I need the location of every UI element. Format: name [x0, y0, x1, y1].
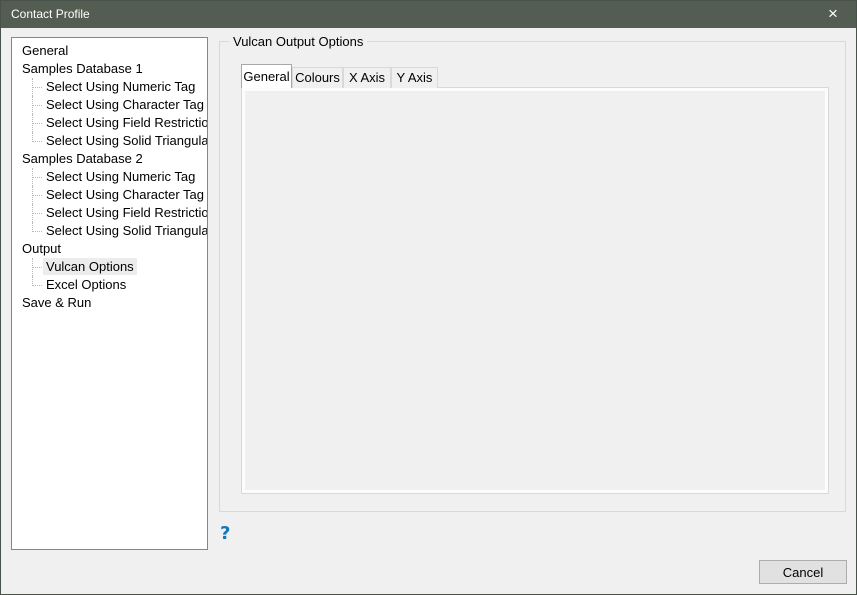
- dialog-window: Contact Profile × GeneralSamples Databas…: [0, 0, 857, 595]
- tree-item-label: Select Using Field Restriction: [43, 114, 208, 131]
- tree-item-label: Excel Options: [43, 276, 129, 293]
- tree-item[interactable]: Samples Database 1: [12, 60, 207, 78]
- tree-item-label: Samples Database 1: [19, 60, 146, 77]
- tree-item[interactable]: Select Using Character Tag: [32, 186, 207, 204]
- tree-item-label: Output: [19, 240, 64, 257]
- tree-item-label: Select Using Solid Triangulation: [43, 222, 208, 239]
- tree-item-label: Select Using Field Restriction: [43, 204, 208, 221]
- tree-item[interactable]: Select Using Field Restriction: [32, 114, 207, 132]
- tree-item-label: Select Using Numeric Tag: [43, 78, 198, 95]
- tree-item-label: Vulcan Options: [43, 258, 137, 275]
- tab-y-axis[interactable]: Y Axis: [391, 67, 438, 88]
- tree-item-label: Samples Database 2: [19, 150, 146, 167]
- tree-item[interactable]: Select Using Solid Triangulation: [32, 132, 207, 150]
- tree-item[interactable]: Select Using Character Tag: [32, 96, 207, 114]
- tree-item[interactable]: Vulcan Options: [32, 258, 207, 276]
- tab-x-axis[interactable]: X Axis: [343, 67, 391, 88]
- tree-item-label: Save & Run: [19, 294, 94, 311]
- window-title: Contact Profile: [11, 7, 90, 21]
- tree-item-label: Select Using Numeric Tag: [43, 168, 198, 185]
- tree-item[interactable]: Samples Database 2: [12, 150, 207, 168]
- help-icon[interactable]: ?: [220, 523, 230, 544]
- tree-item[interactable]: Output: [12, 240, 207, 258]
- tree-item-label: Select Using Character Tag: [43, 96, 207, 113]
- tree-item-label: Select Using Solid Triangulation: [43, 132, 208, 149]
- tree-panel[interactable]: GeneralSamples Database 1Select Using Nu…: [11, 37, 208, 550]
- tab-colours[interactable]: Colours: [292, 67, 343, 88]
- title-bar: Contact Profile ×: [1, 1, 856, 28]
- tree-item[interactable]: Select Using Numeric Tag: [32, 168, 207, 186]
- close-icon[interactable]: ×: [810, 1, 856, 28]
- tree-item[interactable]: Save & Run: [12, 294, 207, 312]
- cancel-button[interactable]: Cancel: [759, 560, 847, 584]
- tree-item[interactable]: Select Using Numeric Tag: [32, 78, 207, 96]
- tree-item[interactable]: Select Using Field Restriction: [32, 204, 207, 222]
- tree-item-label: General: [19, 42, 71, 59]
- tree-item[interactable]: Excel Options: [32, 276, 207, 294]
- groupbox-title: Vulcan Output Options: [229, 34, 367, 49]
- tab-page-general: [241, 87, 829, 494]
- tree-item[interactable]: Select Using Solid Triangulation: [32, 222, 207, 240]
- tab-general[interactable]: General: [241, 64, 292, 88]
- tree-item[interactable]: General: [12, 42, 207, 60]
- tree-item-label: Select Using Character Tag: [43, 186, 207, 203]
